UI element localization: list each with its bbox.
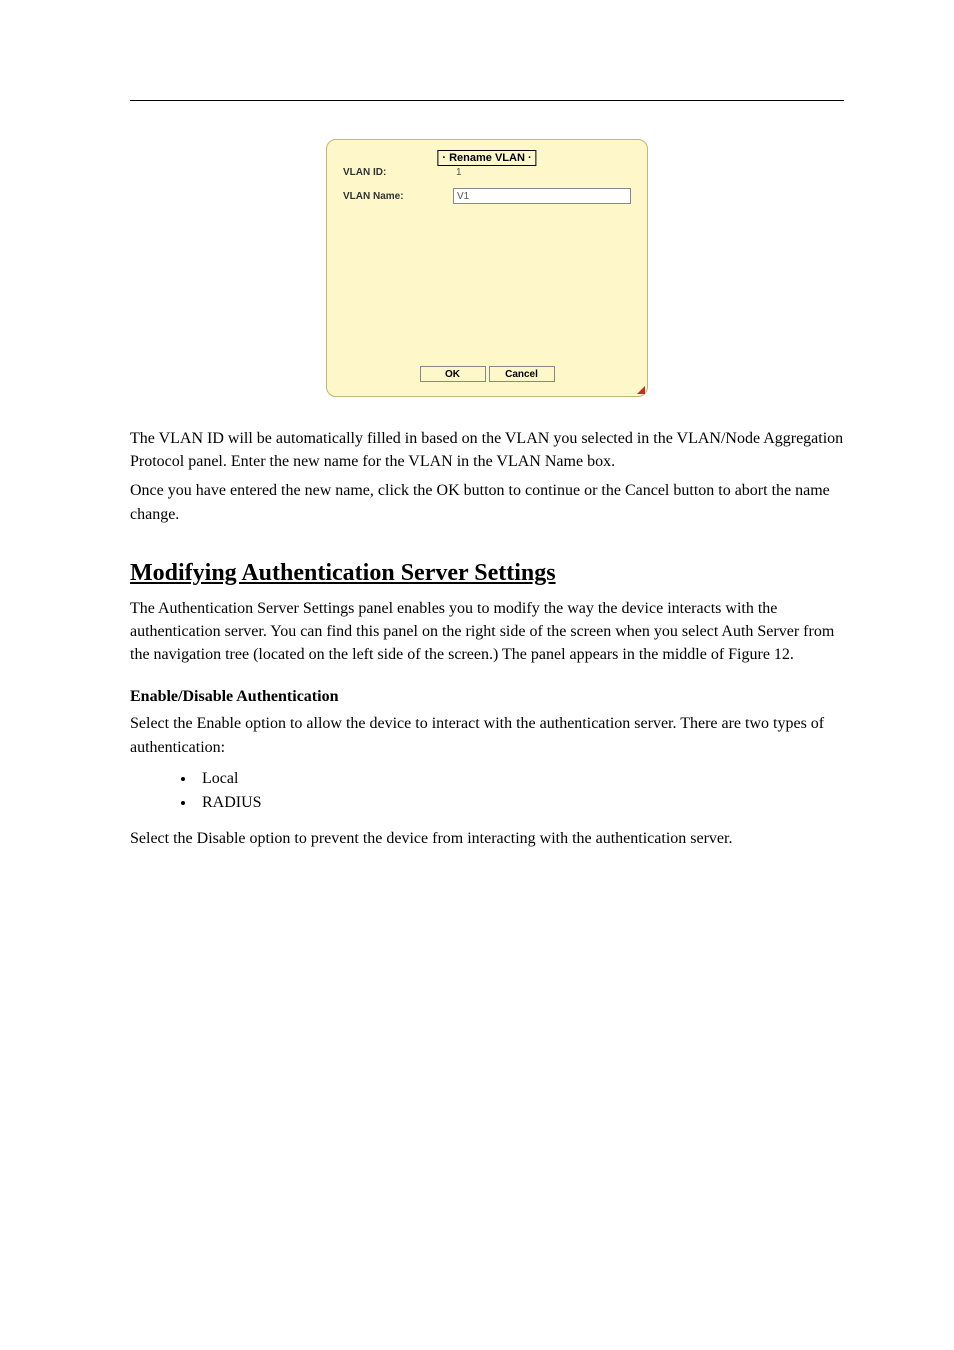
- ok-button[interactable]: OK: [420, 366, 486, 382]
- section-heading-auth-server: Modifying Authentication Server Settings: [130, 560, 844, 587]
- rename-vlan-dialog-wrap: · Rename VLAN · VLAN ID: VLAN Name: OK C…: [130, 139, 844, 397]
- resize-grip-icon: [637, 386, 645, 394]
- paragraph-enable-option: Select the Enable option to allow the de…: [130, 712, 844, 758]
- vlan-name-label: VLAN Name:: [343, 191, 453, 202]
- horizontal-rule: [130, 100, 844, 101]
- paragraph-disable-option: Select the Disable option to prevent the…: [130, 827, 844, 850]
- paragraph-ok-cancel: Once you have entered the new name, clic…: [130, 479, 844, 525]
- auth-type-list: Local RADIUS: [130, 767, 844, 815]
- subheading-enable-disable: Enable/Disable Authentication: [130, 688, 844, 706]
- vlan-name-input[interactable]: [453, 188, 631, 204]
- vlan-name-row: VLAN Name:: [327, 186, 647, 206]
- paragraph-auth-server-intro: The Authentication Server Settings panel…: [130, 597, 844, 667]
- paragraph-rename-instructions: The VLAN ID will be automatically filled…: [130, 427, 844, 473]
- vlan-id-input: [453, 164, 631, 180]
- list-item: RADIUS: [196, 791, 844, 815]
- vlan-id-label: VLAN ID:: [343, 167, 453, 178]
- body-text: The VLAN ID will be automatically filled…: [130, 427, 844, 850]
- rename-vlan-dialog: · Rename VLAN · VLAN ID: VLAN Name: OK C…: [326, 139, 648, 397]
- dialog-button-row: OK Cancel: [327, 366, 647, 382]
- list-item: Local: [196, 767, 844, 791]
- dialog-title: · Rename VLAN ·: [437, 150, 536, 166]
- cancel-button[interactable]: Cancel: [489, 366, 555, 382]
